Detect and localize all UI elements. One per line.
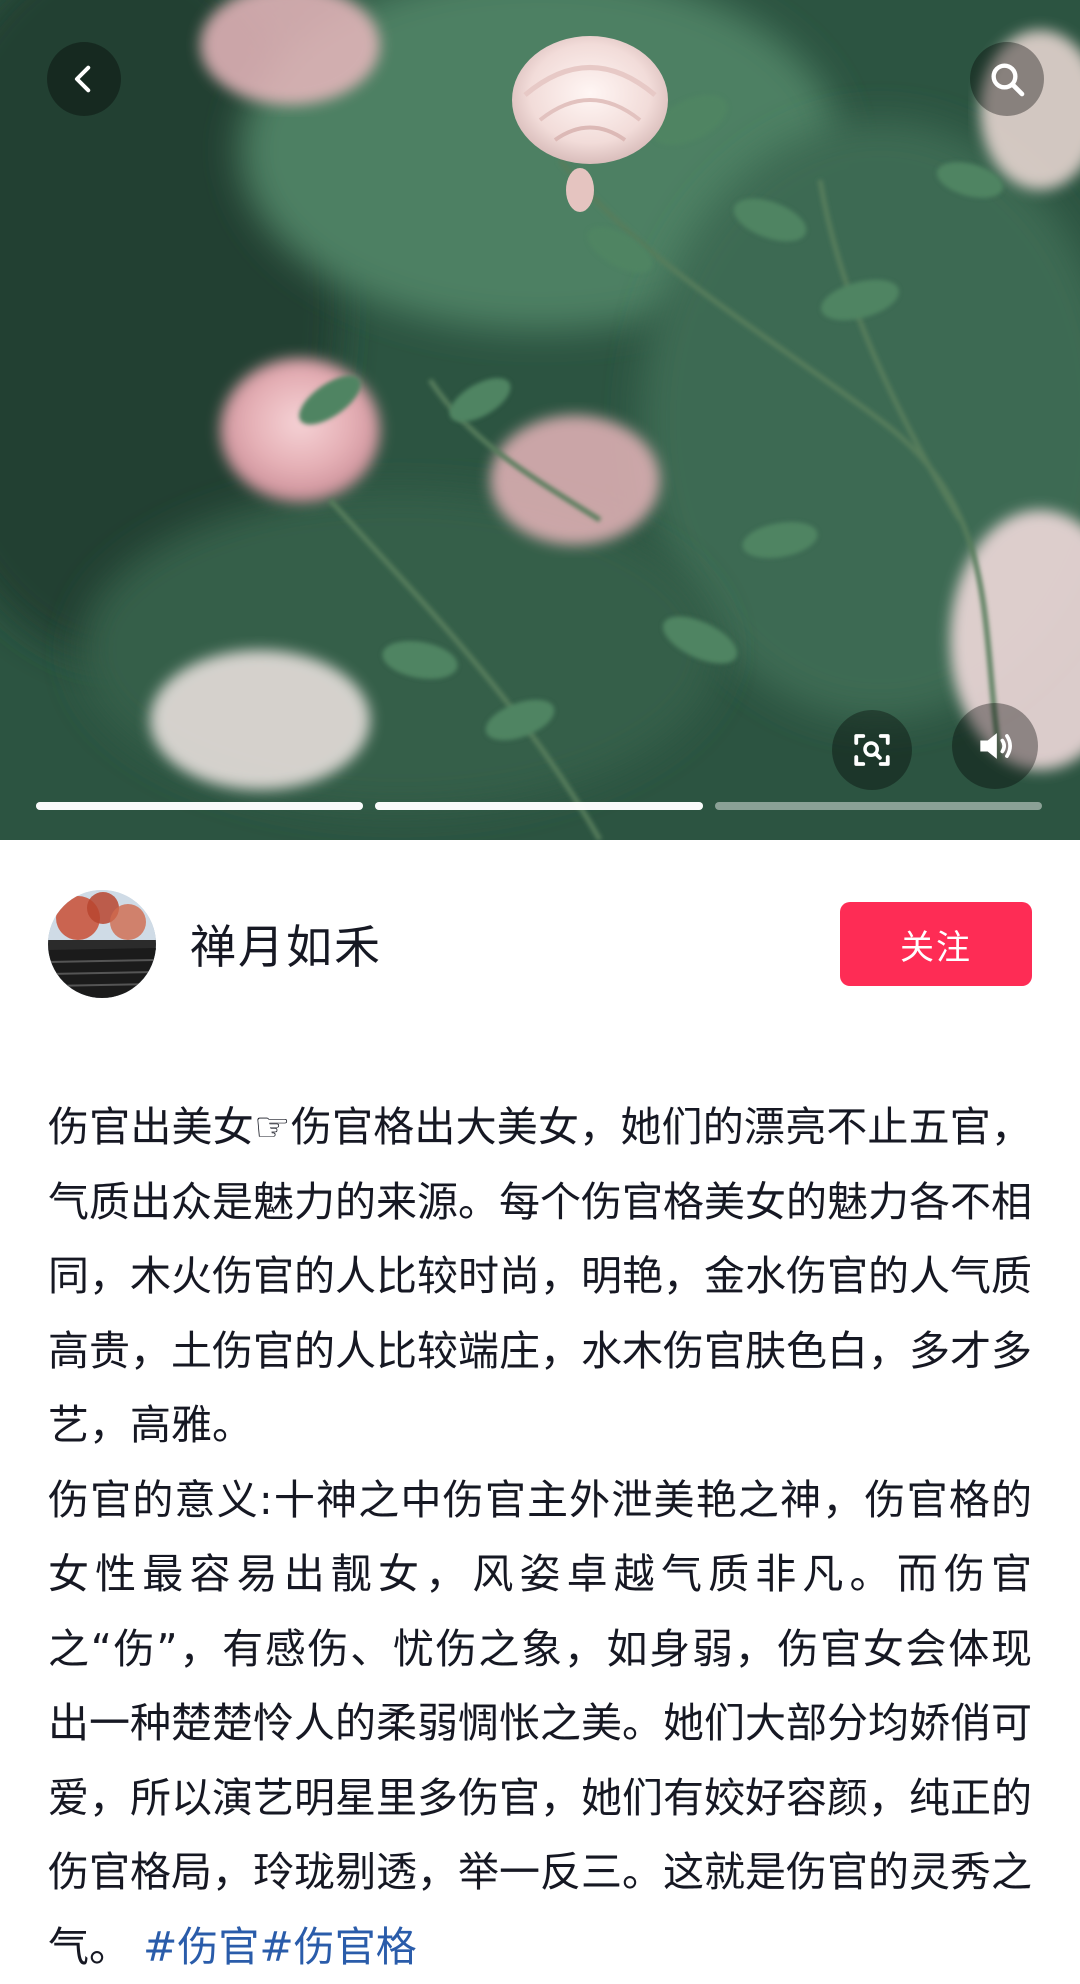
progress-segment	[715, 802, 1042, 810]
rose-photo	[0, 0, 1080, 840]
post-image[interactable]	[0, 0, 1080, 840]
chevron-left-icon	[67, 62, 101, 96]
author-name[interactable]: 禅月如禾	[190, 911, 382, 977]
follow-button[interactable]: 关注	[840, 902, 1032, 986]
hashtag-link[interactable]: #伤官格	[259, 1923, 416, 1971]
post-paragraph: 伤官的意义:十神之中伤官主外泄美艳之神，伤官格的女性最容易出靓女，风姿卓越气质非…	[48, 1463, 1032, 1984]
post-paragraph: 伤官出美女☞伤官格出大美女，她们的漂亮不止五官，气质出众是魅力的来源。每个伤官格…	[48, 1090, 1032, 1463]
image-search-button[interactable]	[832, 710, 912, 790]
avatar-image	[48, 890, 156, 998]
back-button[interactable]	[47, 42, 121, 116]
author-row: 禅月如禾 关注	[48, 890, 1032, 998]
avatar[interactable]	[48, 890, 156, 998]
post-description: 伤官出美女☞伤官格出大美女，她们的漂亮不止五官，气质出众是魅力的来源。每个伤官格…	[48, 1090, 1032, 1984]
volume-button[interactable]	[952, 703, 1038, 789]
progress-segment	[375, 802, 702, 810]
carousel-progress	[36, 802, 1042, 810]
volume-icon	[973, 724, 1017, 768]
search-icon	[987, 59, 1027, 99]
image-search-icon	[851, 729, 893, 771]
progress-segment	[36, 802, 363, 810]
search-button[interactable]	[970, 42, 1044, 116]
hashtag-link[interactable]: #伤官	[143, 1923, 259, 1971]
